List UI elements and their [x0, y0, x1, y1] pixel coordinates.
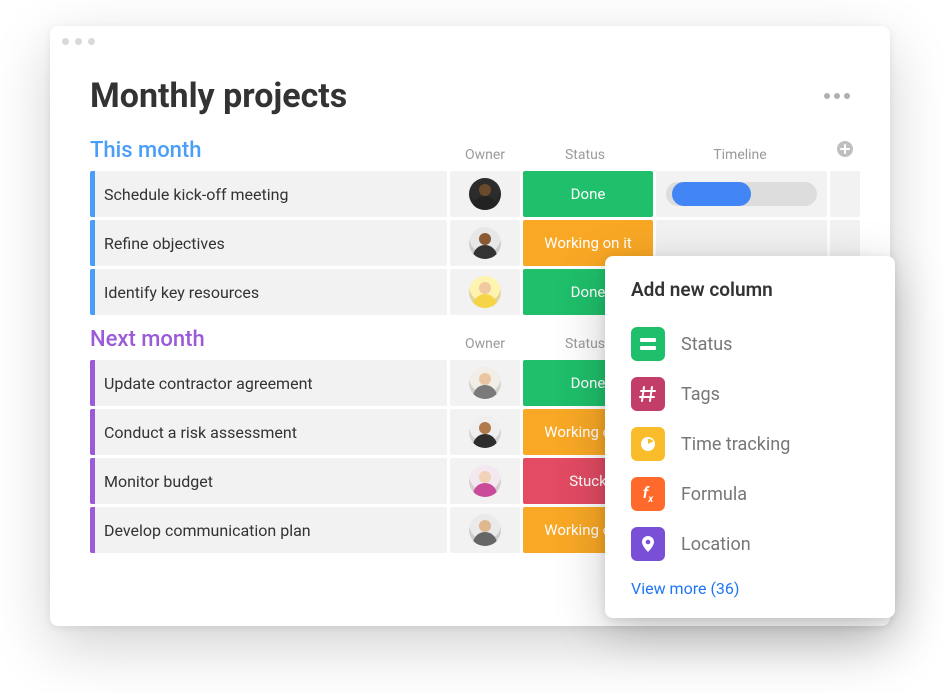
column-header-timeline[interactable]: Timeline — [650, 147, 830, 163]
board-title: Monthly projects — [90, 76, 347, 116]
avatar — [469, 416, 501, 448]
column-type-label: Time tracking — [681, 434, 790, 455]
column-type-label: Status — [681, 334, 732, 355]
task-cell[interactable]: Refine objectives — [90, 220, 447, 266]
row-tail — [830, 171, 860, 217]
task-cell[interactable]: Develop communication plan — [90, 507, 447, 553]
column-type-label: Location — [681, 534, 751, 555]
traffic-light-close[interactable] — [62, 38, 69, 45]
avatar — [469, 276, 501, 308]
column-type-option[interactable]: Location — [631, 519, 869, 569]
status-cell[interactable]: Done — [523, 171, 653, 217]
task-cell[interactable]: Update contractor agreement — [90, 360, 447, 406]
owner-cell[interactable] — [450, 220, 520, 266]
status-icon — [631, 327, 665, 361]
column-type-label: Formula — [681, 484, 747, 505]
group-title[interactable]: This month — [90, 138, 450, 163]
board-more-button[interactable] — [824, 93, 850, 99]
popup-title: Add new column — [631, 278, 869, 301]
avatar — [469, 514, 501, 546]
timeline-cell[interactable] — [656, 171, 827, 217]
task-cell[interactable]: Schedule kick-off meeting — [90, 171, 447, 217]
pin-icon — [631, 527, 665, 561]
table-row: Schedule kick-off meeting Done — [90, 171, 860, 217]
task-cell[interactable]: Monitor budget — [90, 458, 447, 504]
timeline-bar — [666, 182, 817, 206]
add-column-popup: Add new column Status Tags Time tracking fx… — [605, 256, 895, 618]
avatar — [469, 465, 501, 497]
group-title[interactable]: Next month — [90, 327, 450, 352]
column-header-status[interactable]: Status — [520, 147, 650, 163]
task-cell[interactable]: Identify key resources — [90, 269, 447, 315]
group-header: This month Owner Status Timeline — [90, 138, 860, 163]
hash-icon — [631, 377, 665, 411]
column-header-owner[interactable]: Owner — [450, 147, 520, 163]
clock-icon — [631, 427, 665, 461]
column-type-option[interactable]: fx Formula — [631, 469, 869, 519]
owner-cell[interactable] — [450, 360, 520, 406]
column-header-owner[interactable]: Owner — [450, 336, 520, 352]
task-cell[interactable]: Conduct a risk assessment — [90, 409, 447, 455]
window-titlebar — [50, 26, 890, 48]
column-type-label: Tags — [681, 384, 720, 405]
popup-view-more[interactable]: View more (36) — [631, 579, 869, 598]
board-header: Monthly projects — [50, 48, 890, 126]
column-type-option[interactable]: Time tracking — [631, 419, 869, 469]
owner-cell[interactable] — [450, 269, 520, 315]
fx-icon: fx — [631, 477, 665, 511]
column-type-option[interactable]: Status — [631, 319, 869, 369]
traffic-light-minimize[interactable] — [75, 38, 82, 45]
traffic-light-zoom[interactable] — [88, 38, 95, 45]
avatar — [469, 367, 501, 399]
owner-cell[interactable] — [450, 507, 520, 553]
column-type-option[interactable]: Tags — [631, 369, 869, 419]
owner-cell[interactable] — [450, 171, 520, 217]
add-column-button[interactable] — [830, 139, 860, 163]
avatar — [469, 227, 501, 259]
owner-cell[interactable] — [450, 409, 520, 455]
owner-cell[interactable] — [450, 458, 520, 504]
avatar — [469, 178, 501, 210]
